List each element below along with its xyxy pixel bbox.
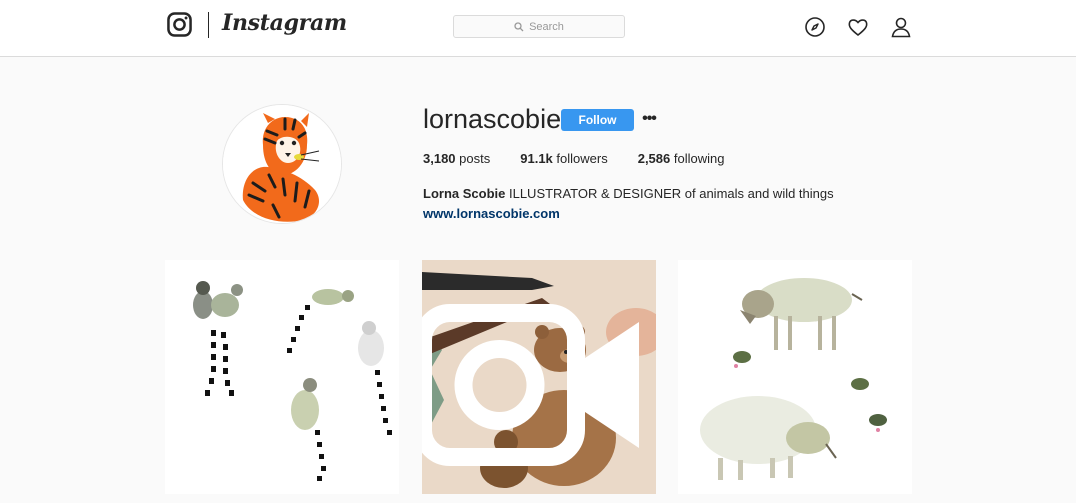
profile-username: lornascobie — [423, 104, 562, 134]
post-thumbnail-video[interactable] — [422, 260, 656, 494]
bio-website-link[interactable]: www.lornascobie.com — [423, 204, 834, 224]
bio-line: Lorna Scobie ILLUSTRATOR & DESIGNER of a… — [423, 184, 834, 204]
video-camera-icon — [422, 304, 639, 466]
profile-avatar[interactable] — [222, 104, 342, 224]
bio-text: ILLUSTRATOR & DESIGNER of animals and wi… — [508, 186, 834, 201]
profile-stats: 3,180 posts 91.1k followers 2,586 follow… — [423, 151, 754, 166]
posts-label: posts — [459, 151, 491, 166]
following-label: following — [673, 151, 725, 166]
following-stat[interactable]: 2,586 following — [638, 151, 725, 166]
search-icon — [514, 21, 524, 31]
instagram-glyph-icon[interactable] — [167, 12, 192, 37]
posts-count: 3,180 — [423, 151, 456, 166]
profile-bio: Lorna Scobie ILLUSTRATOR & DESIGNER of a… — [423, 184, 834, 224]
following-count: 2,586 — [637, 151, 671, 166]
logo-divider — [208, 12, 209, 38]
tiger-illustration — [223, 105, 341, 223]
follow-button[interactable]: Follow — [561, 109, 634, 131]
bio-full-name: Lorna Scobie — [423, 186, 506, 201]
heart-icon[interactable] — [847, 16, 869, 38]
warthogs-illustration — [678, 260, 912, 494]
followers-stat[interactable]: 91.1k followers — [520, 151, 607, 166]
followers-count: 91.1k — [520, 151, 553, 166]
top-navigation-bar: Instagram Search — [0, 0, 1076, 57]
lemurs-illustration — [165, 260, 399, 494]
person-icon[interactable] — [890, 16, 912, 38]
instagram-wordmark[interactable]: Instagram — [222, 10, 347, 36]
followers-label: followers — [556, 151, 608, 166]
search-placeholder: Search — [529, 20, 564, 33]
posts-stat: 3,180 posts — [423, 151, 490, 166]
post-thumbnail[interactable] — [165, 260, 399, 494]
more-options-button[interactable]: ••• — [641, 108, 657, 130]
post-thumbnail[interactable] — [678, 260, 912, 494]
compass-icon[interactable] — [804, 16, 826, 38]
search-input[interactable]: Search — [453, 15, 625, 38]
